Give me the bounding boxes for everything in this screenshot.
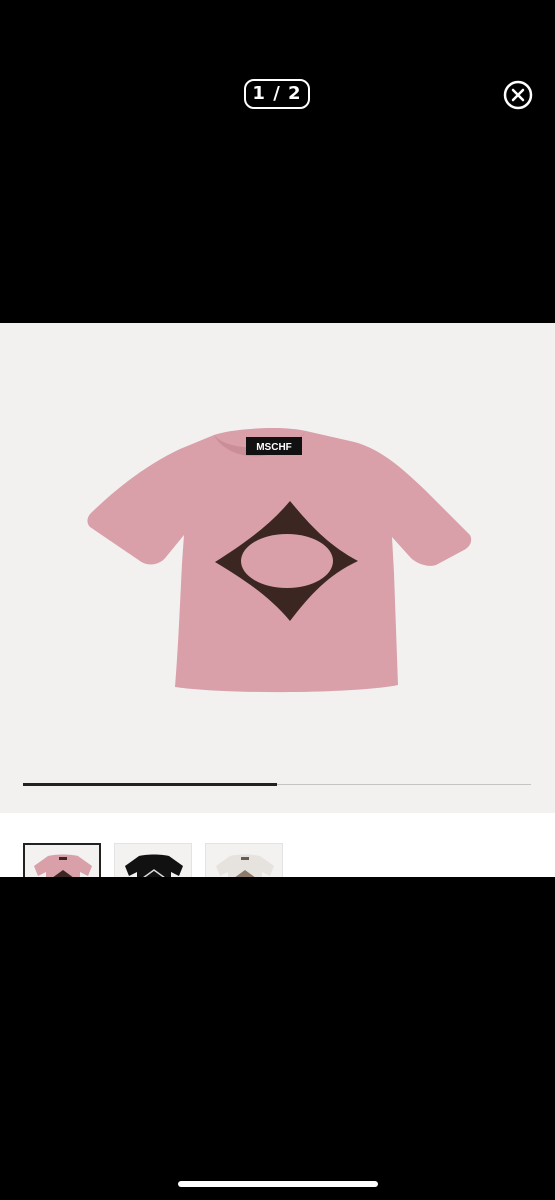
home-indicator[interactable] xyxy=(178,1181,378,1187)
image-progress-fill xyxy=(23,783,277,786)
image-counter: 1 / 2 xyxy=(244,79,310,109)
thumbnail-tshirt-black xyxy=(125,854,183,877)
close-button[interactable] xyxy=(503,80,533,110)
image-progress-track xyxy=(23,783,531,786)
product-image-viewer[interactable]: MSCHF xyxy=(0,323,555,813)
thumbnail-tshirt-cream xyxy=(216,854,274,877)
thumbnail-black[interactable] xyxy=(114,843,192,877)
diamond-graphic-oval-cutout xyxy=(241,534,333,588)
product-photo-pink-tshirt: MSCHF xyxy=(87,428,472,693)
neck-label-text: MSCHF xyxy=(256,442,292,453)
thumbnail-cream[interactable] xyxy=(205,843,283,877)
close-circle-icon xyxy=(503,80,533,110)
thumbnail-selected-outline xyxy=(23,843,101,877)
